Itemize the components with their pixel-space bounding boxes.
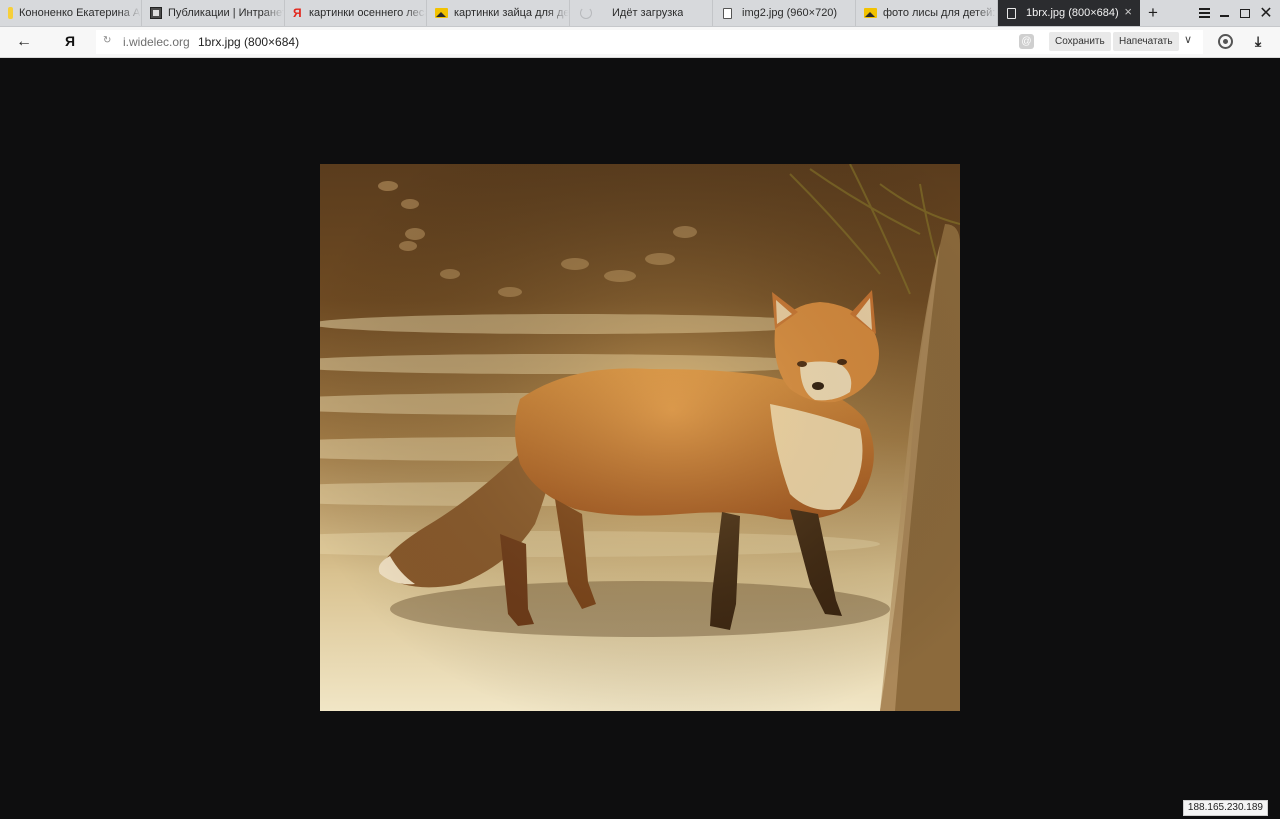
- tab-autumn-forest[interactable]: Я картинки осеннего леса: [285, 0, 427, 26]
- tab-title: img2.jpg (960×720): [742, 7, 838, 19]
- back-arrow-icon[interactable]: ←: [16, 33, 32, 51]
- yandex-icon: Я: [293, 6, 302, 20]
- loading-icon: [580, 7, 592, 19]
- menu-icon[interactable]: [1196, 0, 1212, 26]
- navigation-bar: ← Я ↻ i.widelec.org 1brx.jpg (800×684) @…: [0, 27, 1280, 58]
- address-host: i.widelec.org: [123, 35, 190, 49]
- site-icon: [150, 7, 162, 19]
- close-tab-icon[interactable]: ×: [1124, 5, 1132, 19]
- status-ip-address: 188.165.230.189: [1182, 800, 1268, 816]
- document-icon: [1007, 7, 1016, 19]
- note-icon: [8, 7, 13, 19]
- tab-loading[interactable]: Идёт загрузка: [570, 0, 713, 26]
- download-icon[interactable]: ⤓: [1255, 33, 1261, 50]
- image-icon: [864, 8, 877, 18]
- extensions-icon[interactable]: [1218, 34, 1233, 49]
- tab-1brx-active[interactable]: 1brx.jpg (800×684) ×: [998, 0, 1140, 26]
- minimize-icon[interactable]: [1217, 0, 1231, 26]
- tab-title: Идёт загрузка: [612, 7, 684, 19]
- restore-icon[interactable]: [1238, 0, 1252, 26]
- yandex-home-button[interactable]: Я: [65, 33, 75, 49]
- document-icon: [723, 7, 732, 19]
- image-icon: [435, 8, 448, 18]
- tab-publications[interactable]: Публикации | Интранет: [142, 0, 285, 26]
- print-button[interactable]: Напечатать: [1113, 32, 1179, 51]
- tab-kononenko[interactable]: Кононенко Екатерина А: [0, 0, 142, 26]
- tab-hare-pictures[interactable]: картинки зайца для дет: [427, 0, 570, 26]
- save-button[interactable]: Сохранить: [1049, 32, 1111, 51]
- tab-title: 1brx.jpg (800×684): [1026, 7, 1119, 19]
- protect-icon[interactable]: @: [1019, 34, 1034, 49]
- fox-photo: [320, 164, 960, 711]
- new-tab-button[interactable]: +: [1143, 0, 1163, 26]
- chevron-down-icon[interactable]: ∨: [1184, 33, 1192, 46]
- tab-fox-photos[interactable]: фото лисы для детей: 14: [856, 0, 998, 26]
- reload-icon[interactable]: ↻: [103, 35, 111, 46]
- close-window-icon[interactable]: ✕: [1259, 0, 1273, 26]
- tab-img2[interactable]: img2.jpg (960×720): [713, 0, 856, 26]
- address-bar[interactable]: ↻ i.widelec.org 1brx.jpg (800×684) @ Сох…: [96, 30, 1203, 54]
- address-path: 1brx.jpg (800×684): [198, 35, 300, 49]
- tab-strip: Кононенко Екатерина А Публикации | Интра…: [0, 0, 1280, 27]
